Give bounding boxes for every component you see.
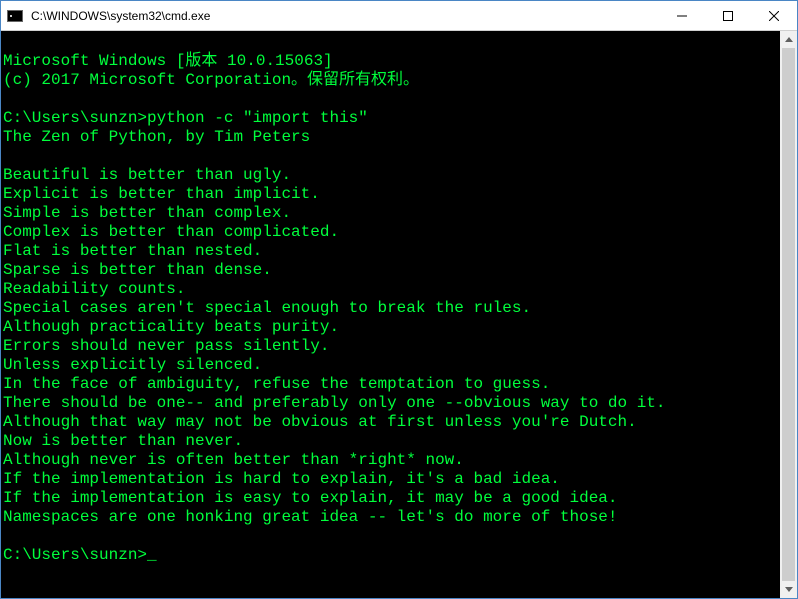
prompt-path: C:\Users\sunzn>	[3, 109, 147, 127]
zen-line: Although practicality beats purity.	[3, 318, 339, 336]
zen-line: If the implementation is hard to explain…	[3, 470, 560, 488]
command-text: python -c "import this"	[147, 109, 368, 127]
zen-line: Although that way may not be obvious at …	[3, 413, 637, 431]
zen-line: Sparse is better than dense.	[3, 261, 272, 279]
scroll-thumb[interactable]	[782, 48, 795, 581]
client-area: Microsoft Windows [版本 10.0.15063] (c) 20…	[1, 31, 797, 598]
window-controls	[659, 1, 797, 30]
cursor: _	[147, 546, 157, 565]
maximize-button[interactable]	[705, 1, 751, 30]
terminal-output[interactable]: Microsoft Windows [版本 10.0.15063] (c) 20…	[1, 31, 780, 598]
copyright-line: (c) 2017 Microsoft Corporation。保留所有权利。	[3, 71, 419, 89]
close-button[interactable]	[751, 1, 797, 30]
cmd-window: C:\WINDOWS\system32\cmd.exe Microsoft Wi…	[0, 0, 798, 599]
zen-line: Complex is better than complicated.	[3, 223, 339, 241]
prompt-path: C:\Users\sunzn>	[3, 546, 147, 564]
scroll-down-button[interactable]	[780, 581, 797, 598]
zen-line: Namespaces are one honking great idea --…	[3, 508, 618, 526]
scroll-track[interactable]	[780, 48, 797, 581]
banner-line: Microsoft Windows [版本 10.0.15063]	[3, 52, 333, 70]
vertical-scrollbar[interactable]	[780, 31, 797, 598]
zen-line: Flat is better than nested.	[3, 242, 262, 260]
zen-line: Now is better than never.	[3, 432, 243, 450]
window-title: C:\WINDOWS\system32\cmd.exe	[29, 1, 659, 30]
scroll-up-button[interactable]	[780, 31, 797, 48]
zen-line: Unless explicitly silenced.	[3, 356, 262, 374]
app-icon	[1, 1, 29, 30]
minimize-button[interactable]	[659, 1, 705, 30]
zen-line: There should be one-- and preferably onl…	[3, 394, 666, 412]
cmd-icon	[7, 10, 23, 22]
zen-line: Simple is better than complex.	[3, 204, 291, 222]
zen-line: Explicit is better than implicit.	[3, 185, 320, 203]
zen-title: The Zen of Python, by Tim Peters	[3, 128, 310, 146]
zen-line: Although never is often better than *rig…	[3, 451, 464, 469]
zen-line: In the face of ambiguity, refuse the tem…	[3, 375, 550, 393]
zen-line: Beautiful is better than ugly.	[3, 166, 291, 184]
zen-line: Readability counts.	[3, 280, 185, 298]
zen-line: If the implementation is easy to explain…	[3, 489, 618, 507]
zen-line: Special cases aren't special enough to b…	[3, 299, 531, 317]
zen-line: Errors should never pass silently.	[3, 337, 329, 355]
titlebar[interactable]: C:\WINDOWS\system32\cmd.exe	[1, 1, 797, 31]
